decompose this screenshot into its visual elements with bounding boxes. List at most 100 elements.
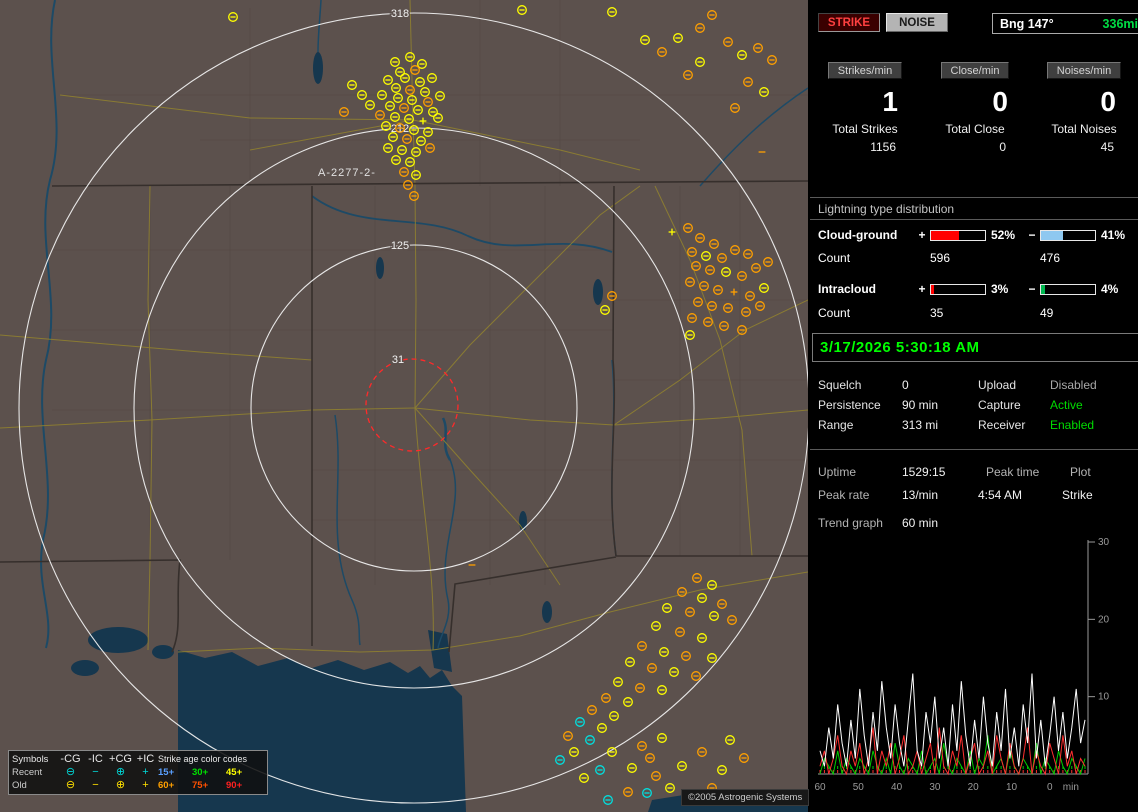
neg-ic-symbol-icon: − <box>83 766 108 779</box>
age-code-60: 60+ <box>158 779 192 792</box>
age-code-45: 45+ <box>226 766 260 779</box>
svg-text:318: 318 <box>391 8 409 20</box>
upload-label: Upload <box>970 375 1050 395</box>
count-label: Count <box>810 251 914 265</box>
ic-minus-pct: 4% <box>1098 282 1134 296</box>
plot-label: Plot <box>1062 461 1134 484</box>
trend-graph-chart: 3020106050403020100min <box>810 536 1138 806</box>
uptime-value: 1529:15 <box>902 461 978 484</box>
capture-label: Capture <box>970 395 1050 415</box>
bearing-range-value: 336mi <box>1103 17 1138 31</box>
legend-symbols-header: Symbols <box>12 753 58 766</box>
bearing-value: Bng 147° <box>1000 17 1054 31</box>
cg-minus-count: 476 <box>1040 251 1098 265</box>
count-label: Count <box>810 306 914 320</box>
uptime-label: Uptime <box>810 461 902 484</box>
squelch-value: 0 <box>902 375 970 395</box>
stats-section: Uptime 1529:15 Peak time Plot Peak rate … <box>810 461 1138 507</box>
lightning-map: 31821212531 A-2277-2- Symbols -CG -IC +C… <box>0 0 808 812</box>
peak-time-value: 4:54 AM <box>978 484 1062 507</box>
minus-sign: − <box>1024 228 1040 242</box>
cg-minus-bar <box>1040 230 1096 241</box>
close-per-min-button[interactable]: Close/min <box>941 62 1010 79</box>
peak-time-label: Peak time <box>978 461 1062 484</box>
age-code-30: 30+ <box>192 766 226 779</box>
svg-text:10: 10 <box>1098 692 1110 703</box>
cg-plus-count: 596 <box>930 251 988 265</box>
map-legend: Symbols -CG -IC +CG +IC Strike age color… <box>8 750 268 795</box>
trend-graph-row: Trend graph 60 min <box>810 514 1138 532</box>
total-noises-value: 45 <box>1030 140 1138 158</box>
range-value: 313 mi <box>902 415 970 435</box>
svg-text:50: 50 <box>853 782 865 793</box>
noise-button[interactable]: NOISE <box>886 13 948 32</box>
svg-text:30: 30 <box>929 782 941 793</box>
legend-old-label: Old <box>12 779 58 792</box>
total-strikes-value: 1156 <box>810 140 920 158</box>
settings-section: Squelch 0 Upload Disabled Persistence 90… <box>810 375 1138 435</box>
legend-col-pos-cg: +CG <box>108 753 133 766</box>
svg-text:10: 10 <box>1006 782 1018 793</box>
pos-cg-symbol-icon: ⊕ <box>108 766 133 779</box>
cloud-ground-label: Cloud-ground <box>810 228 914 242</box>
plus-sign: + <box>914 282 930 296</box>
receiver-status: Enabled <box>1050 415 1130 435</box>
svg-text:20: 20 <box>968 782 980 793</box>
age-code-15: 15+ <box>158 766 192 779</box>
pos-ic-symbol-icon: + <box>133 766 158 779</box>
close-per-min-value: 0 <box>920 82 1030 122</box>
range-label: Range <box>810 415 902 435</box>
cg-minus-pct: 41% <box>1098 228 1134 242</box>
pos-cg-symbol-icon: ⊕ <box>108 779 133 792</box>
cg-plus-pct: 52% <box>988 228 1024 242</box>
ic-plus-bar <box>930 284 986 295</box>
noises-per-min-button[interactable]: Noises/min <box>1047 62 1121 79</box>
intracloud-row: Intracloud + 3% − 4% <box>810 281 1138 297</box>
legend-age-header: Strike age color codes <box>158 753 260 766</box>
divider <box>810 449 1138 450</box>
trend-graph-label: Trend graph <box>810 514 902 532</box>
legend-col-neg-cg: -CG <box>58 753 83 766</box>
peak-rate-value: 13/min <box>902 484 978 507</box>
squelch-label: Squelch <box>810 375 902 395</box>
legend-col-neg-ic: -IC <box>83 753 108 766</box>
total-close-value: 0 <box>920 140 1030 158</box>
cg-plus-bar <box>930 230 986 241</box>
divider <box>810 197 1138 198</box>
plot-toggle-row: STRIKE NOISE Bng 147° 336mi <box>810 13 1138 35</box>
strike-button[interactable]: STRIKE <box>818 13 880 32</box>
age-code-75: 75+ <box>192 779 226 792</box>
svg-text:20: 20 <box>1098 614 1110 625</box>
map-canvas: 31821212531 A-2277-2- <box>0 0 808 812</box>
total-noises-label: Total Noises <box>1030 122 1138 140</box>
svg-text:0: 0 <box>1047 782 1053 793</box>
control-panel: STRIKE NOISE Bng 147° 336mi Strikes/min … <box>810 0 1138 812</box>
intracloud-count-row: Count 35 49 <box>810 305 1138 321</box>
upload-status: Disabled <box>1050 375 1130 395</box>
total-close-label: Total Close <box>920 122 1030 140</box>
cloud-ground-row: Cloud-ground + 52% − 41% <box>810 227 1138 243</box>
svg-text:125: 125 <box>391 240 409 252</box>
nexstorm-app: 31821212531 A-2277-2- Symbols -CG -IC +C… <box>0 0 1138 812</box>
ic-plus-pct: 3% <box>988 282 1024 296</box>
trend-graph-window: 60 min <box>902 514 1022 532</box>
peak-rate-label: Peak rate <box>810 484 902 507</box>
receiver-label: Receiver <box>970 415 1050 435</box>
svg-text:min: min <box>1063 782 1079 793</box>
distribution-title: Lightning type distribution <box>810 202 1138 220</box>
ic-minus-bar <box>1040 284 1096 295</box>
strikes-per-min-button[interactable]: Strikes/min <box>828 62 902 79</box>
strikes-per-min-value: 1 <box>810 82 920 122</box>
plus-sign: + <box>914 228 930 242</box>
ic-minus-count: 49 <box>1040 306 1098 320</box>
persistence-label: Persistence <box>810 395 902 415</box>
age-code-90: 90+ <box>226 779 260 792</box>
neg-cg-symbol-icon: ⊖ <box>58 766 83 779</box>
bearing-display: Bng 147° 336mi <box>992 13 1138 34</box>
svg-text:30: 30 <box>1098 537 1110 548</box>
cloud-ground-count-row: Count 596 476 <box>810 250 1138 266</box>
plot-value: Strike <box>1062 484 1134 507</box>
datetime-value: 3/17/2026 5:30:18 AM <box>820 339 980 356</box>
noises-per-min-value: 0 <box>1030 82 1138 122</box>
legend-col-pos-ic: +IC <box>133 753 158 766</box>
